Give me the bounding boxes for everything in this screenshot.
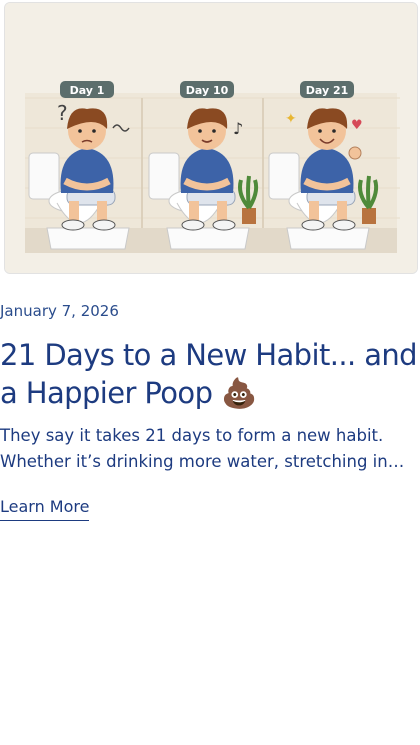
shoe <box>301 219 325 231</box>
heart-icon: ♥ <box>351 118 363 133</box>
toilet-tank <box>28 152 60 200</box>
shoe <box>92 219 116 231</box>
day-badge-label: Day 21 <box>306 84 349 97</box>
day-badge-label: Day 1 <box>70 84 105 97</box>
learn-more-link[interactable]: Learn More <box>0 497 90 521</box>
question-mark-icon: ? <box>57 101 68 125</box>
post-excerpt: They say it takes 21 days to form a new … <box>0 426 388 471</box>
post-title[interactable]: 21 Days to a New Habit... and a Happier … <box>0 336 418 412</box>
step-stool <box>286 227 370 250</box>
shoe <box>212 219 236 231</box>
sparkle-icon: ✦ <box>285 111 297 127</box>
day-badge: Day 21 <box>300 81 354 98</box>
toilet-tank <box>268 152 300 200</box>
toilet-tank <box>148 152 180 200</box>
illustration: Day 1? Day 10 ♪ Day 21 ✦ ♥ <box>5 3 417 273</box>
thumbs-up-icon <box>348 146 362 160</box>
shoe <box>181 219 205 231</box>
day-badge: Day 1 <box>60 81 114 98</box>
post-date: January 7, 2026 <box>0 302 119 320</box>
day-badge: Day 10 <box>180 81 234 98</box>
music-note-icon: ♪ <box>233 119 243 138</box>
step-stool <box>166 227 250 250</box>
shoe <box>61 219 85 231</box>
step-stool <box>46 227 130 250</box>
post-featured-image[interactable]: Day 1? Day 10 ♪ Day 21 ✦ ♥ <box>4 2 418 274</box>
day-badge-label: Day 10 <box>186 84 229 97</box>
shoe <box>332 219 356 231</box>
